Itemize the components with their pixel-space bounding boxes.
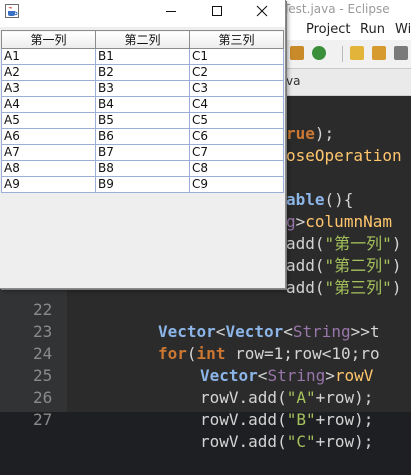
table-cell[interactable]: C4 — [189, 96, 284, 113]
table-row[interactable]: A7 B7 C7 — [1, 144, 284, 161]
table-row[interactable]: A6 B6 C6 — [1, 128, 284, 145]
table-cell[interactable]: C8 — [189, 160, 284, 177]
table-row[interactable]: A3 B3 C3 — [1, 80, 284, 97]
table-header-row: 第一列 第二列 第三列 — [1, 30, 284, 49]
table-cell[interactable]: A9 — [1, 176, 96, 193]
table-cell[interactable]: B7 — [95, 144, 190, 161]
table-row[interactable]: A9 B9 C9 — [1, 176, 284, 193]
column-header[interactable]: 第二列 — [95, 30, 190, 49]
table-cell[interactable]: B3 — [95, 80, 190, 97]
toolbar-separator — [342, 46, 343, 62]
table-row[interactable]: A8 B8 C8 — [1, 160, 284, 177]
table-cell[interactable]: C2 — [189, 64, 284, 81]
data-table[interactable]: 第一列 第二列 第三列 A1 B1 C1 A2 B2 C2 A3 B3 C3 A4 B4 C4 A5 B5… — [1, 30, 284, 193]
table-cell[interactable]: C9 — [189, 176, 284, 193]
table-cell[interactable]: C6 — [189, 128, 284, 145]
jframe-window: 第一列 第二列 第三列 A1 B1 C1 A2 B2 C2 A3 B3 C3 A4 B4 C4 A5 B5… — [0, 0, 286, 289]
run-tool-icon[interactable] — [290, 46, 304, 60]
open-folder-icon[interactable] — [350, 46, 364, 60]
table-cell[interactable]: B8 — [95, 160, 190, 177]
minimize-button[interactable] — [148, 0, 194, 22]
code-line: 27 rowV.add("C"+row); — [33, 410, 374, 451]
table-cell[interactable]: B5 — [95, 112, 190, 129]
table-cell[interactable]: B1 — [95, 48, 190, 65]
close-icon — [256, 5, 268, 17]
table-cell[interactable]: A7 — [1, 144, 96, 161]
java-cup-icon — [5, 3, 19, 18]
overflow-icon[interactable] — [394, 46, 408, 60]
table-row[interactable]: A2 B2 C2 — [1, 64, 284, 81]
code-line: 23 for(int row=1;row<10;ro — [33, 322, 380, 363]
code-line: 26 rowV.add("B"+row); — [33, 388, 374, 429]
table-cell[interactable]: A6 — [1, 128, 96, 145]
table-cell[interactable]: B2 — [95, 64, 190, 81]
column-header[interactable]: 第三列 — [189, 30, 284, 49]
close-button[interactable] — [239, 0, 285, 22]
table-cell[interactable]: C3 — [189, 80, 284, 97]
table-row[interactable]: A5 B5 C5 — [1, 112, 284, 129]
open-type-icon[interactable] — [372, 46, 386, 60]
table-cell[interactable]: A8 — [1, 160, 96, 177]
line-number: 27 — [33, 410, 53, 429]
table-cell[interactable]: B6 — [95, 128, 190, 145]
debug-tool-icon[interactable] — [312, 46, 326, 60]
menu-run[interactable]: Run — [360, 22, 385, 37]
jframe-titlebar[interactable] — [0, 0, 285, 22]
table-cell[interactable]: B9 — [95, 176, 190, 193]
menu-window[interactable]: Wi — [395, 22, 411, 37]
table-cell[interactable]: A4 — [1, 96, 96, 113]
table-cell[interactable]: A3 — [1, 80, 96, 97]
maximize-icon — [212, 6, 222, 16]
table-row[interactable]: A4 B4 C4 — [1, 96, 284, 113]
code-line: 24 Vector<String>rowV — [33, 344, 374, 385]
table-cell[interactable]: A2 — [1, 64, 96, 81]
table-row[interactable]: A1 B1 C1 — [1, 48, 284, 65]
minimize-icon — [166, 11, 176, 12]
code-line: 25 rowV.add("A"+row); — [33, 366, 374, 407]
table-cell[interactable]: A1 — [1, 48, 96, 65]
menu-project[interactable]: Project — [306, 22, 350, 37]
table-cell[interactable]: B4 — [95, 96, 190, 113]
table-cell[interactable]: C7 — [189, 144, 284, 161]
table-cell[interactable]: A5 — [1, 112, 96, 129]
column-header[interactable]: 第一列 — [1, 30, 96, 49]
eclipse-window-title: Test.java - Eclipse — [283, 2, 390, 16]
maximize-button[interactable] — [194, 0, 240, 22]
jframe-content-pane: 第一列 第二列 第三列 A1 B1 C1 A2 B2 C2 A3 B3 C3 A4 B4 C4 A5 B5… — [0, 27, 285, 288]
table-cell[interactable]: C5 — [189, 112, 284, 129]
table-cell[interactable]: C1 — [189, 48, 284, 65]
editor-tab-label[interactable]: va — [286, 74, 300, 88]
